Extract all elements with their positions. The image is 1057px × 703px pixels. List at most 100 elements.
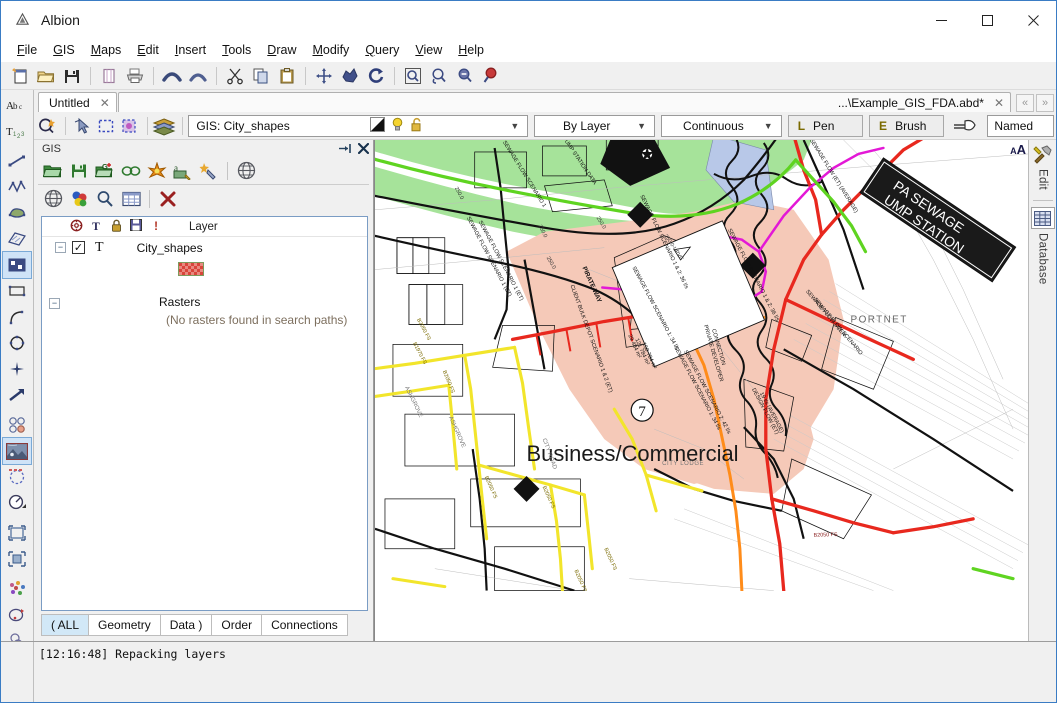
layer-tree-row-rasters[interactable]: − Rasters bbox=[42, 279, 367, 309]
menu-query[interactable]: Query bbox=[357, 40, 407, 60]
lock-column-icon[interactable] bbox=[106, 219, 126, 235]
text-abc-icon[interactable]: Abc bbox=[3, 92, 31, 118]
map-drawing[interactable]: 7 Business/Commercial PORTNET CITY LODGE… bbox=[375, 140, 1028, 591]
maximize-button[interactable] bbox=[964, 1, 1010, 39]
add-gis-layer-icon[interactable]: G bbox=[92, 159, 118, 183]
redo-icon[interactable] bbox=[185, 64, 210, 88]
pin-icon[interactable] bbox=[339, 143, 352, 154]
union-shapes-icon[interactable] bbox=[3, 628, 31, 641]
new-file-icon[interactable] bbox=[7, 64, 32, 88]
tab-prev-button[interactable]: « bbox=[1016, 94, 1034, 112]
tab-all[interactable]: ( ALL bbox=[41, 614, 90, 636]
minimize-button[interactable] bbox=[918, 1, 964, 39]
chevron-down-icon[interactable]: ▼ bbox=[637, 121, 646, 131]
undo-icon[interactable] bbox=[159, 64, 184, 88]
tab-connections[interactable]: Connections bbox=[261, 614, 348, 636]
text-label-icon[interactable]: T bbox=[86, 221, 106, 233]
scatter-points-icon[interactable] bbox=[3, 576, 31, 602]
polyline-icon[interactable] bbox=[3, 174, 31, 200]
delete-red-x-icon[interactable] bbox=[155, 187, 181, 211]
chevron-down-icon[interactable]: ▼ bbox=[510, 121, 519, 131]
zoom-out-icon[interactable] bbox=[452, 64, 477, 88]
save-column-icon[interactable] bbox=[126, 219, 146, 234]
tab-order[interactable]: Order bbox=[211, 614, 263, 636]
rotate-icon[interactable] bbox=[3, 602, 31, 628]
database-grid-icon[interactable] bbox=[1030, 207, 1055, 230]
layer-tree-row-symbol[interactable] bbox=[42, 258, 367, 279]
paste-clipboard-icon[interactable] bbox=[274, 64, 299, 88]
marquee-select-icon[interactable] bbox=[94, 114, 117, 138]
map-viewport[interactable]: 7 Business/Commercial PORTNET CITY LODGE… bbox=[374, 140, 1028, 641]
hammer-wrench-icon[interactable] bbox=[1031, 143, 1055, 165]
menu-modify[interactable]: Modify bbox=[304, 40, 357, 60]
line-icon[interactable] bbox=[3, 148, 31, 174]
measure-dial-icon[interactable] bbox=[3, 490, 31, 516]
menu-maps[interactable]: Maps bbox=[83, 40, 130, 60]
zoom-previous-icon[interactable] bbox=[426, 64, 451, 88]
tab-geometry[interactable]: Geometry bbox=[88, 614, 161, 636]
link-gis-icon[interactable] bbox=[118, 159, 144, 183]
hand-pointer-icon[interactable] bbox=[952, 114, 981, 138]
layer-select-icon[interactable] bbox=[36, 114, 59, 138]
circles-group-icon[interactable] bbox=[3, 412, 31, 438]
dock-item-database[interactable]: Database bbox=[1030, 207, 1055, 285]
named-style-button[interactable]: Named bbox=[987, 114, 1054, 137]
rect-selection-icon[interactable] bbox=[2, 251, 32, 279]
layer-tree-row-city-shapes[interactable]: − ✓ T City_shapes bbox=[42, 237, 367, 258]
rectangle-icon[interactable] bbox=[3, 278, 31, 304]
save-disk-icon[interactable] bbox=[59, 64, 84, 88]
pick-arrow-icon[interactable] bbox=[71, 114, 94, 138]
alert-column-icon[interactable]: ! bbox=[146, 221, 166, 233]
zoom-extents-icon[interactable] bbox=[337, 64, 362, 88]
polygon-filled-icon[interactable] bbox=[3, 200, 31, 226]
chevron-down-icon[interactable]: ▼ bbox=[764, 121, 773, 131]
padlock-unlocked-icon[interactable] bbox=[410, 117, 423, 135]
close-icon[interactable]: ✕ bbox=[994, 96, 1004, 110]
color-swatch-icon[interactable] bbox=[369, 116, 385, 135]
dock-item-edit[interactable]: Edit bbox=[1031, 143, 1055, 190]
pan-move-icon[interactable] bbox=[311, 64, 336, 88]
menu-gis[interactable]: GIS bbox=[45, 40, 83, 60]
lightbulb-visible-icon[interactable] bbox=[391, 117, 404, 135]
layer-tree[interactable]: T ! Layer − ✓ T City_shapes − Rasters (N… bbox=[41, 216, 368, 611]
text-numbered-icon[interactable]: T123 bbox=[3, 118, 31, 144]
tab-data[interactable]: Data ) bbox=[159, 614, 213, 636]
cut-scissors-icon[interactable] bbox=[222, 64, 247, 88]
save-gis-icon[interactable] bbox=[66, 159, 92, 183]
point-marker-icon[interactable] bbox=[3, 356, 31, 382]
menu-file[interactable]: File bbox=[9, 40, 45, 60]
tab-next-button[interactable]: » bbox=[1036, 94, 1054, 112]
page-setup-icon[interactable] bbox=[96, 64, 121, 88]
raster-image-icon[interactable] bbox=[2, 437, 32, 465]
circle-icon[interactable] bbox=[3, 330, 31, 356]
zoom-in-icon[interactable] bbox=[478, 64, 503, 88]
scale-transform-icon[interactable] bbox=[3, 520, 31, 546]
refresh-icon[interactable] bbox=[363, 64, 388, 88]
pen-button[interactable]: L Pen bbox=[787, 114, 864, 137]
layer-visible-checkbox[interactable]: ✓ bbox=[72, 241, 85, 254]
globe-icon[interactable] bbox=[40, 187, 66, 211]
layers-stack-icon[interactable] bbox=[152, 114, 176, 138]
parallelogram-icon[interactable] bbox=[3, 226, 31, 252]
attribute-table-icon[interactable] bbox=[118, 187, 144, 211]
menu-insert[interactable]: Insert bbox=[167, 40, 214, 60]
close-icon[interactable]: ✕ bbox=[100, 96, 110, 110]
linetype-combo[interactable]: Continuous ▼ bbox=[661, 114, 782, 137]
open-folder-icon[interactable] bbox=[33, 64, 58, 88]
text-size-aa-icon[interactable]: AA bbox=[1010, 142, 1026, 157]
fence-select-icon[interactable] bbox=[118, 114, 141, 138]
close-button[interactable] bbox=[1010, 1, 1056, 39]
expander-icon[interactable]: − bbox=[55, 242, 66, 253]
print-icon[interactable] bbox=[122, 64, 147, 88]
annotate-layer-icon[interactable]: a bbox=[170, 159, 196, 183]
city-shapes-symbol[interactable] bbox=[178, 261, 204, 276]
menu-view[interactable]: View bbox=[407, 40, 450, 60]
active-layer-combo[interactable]: GIS: City_shapes ▼ bbox=[188, 114, 529, 137]
search-magnifier-icon[interactable] bbox=[92, 187, 118, 211]
open-gis-folder-icon[interactable] bbox=[40, 159, 66, 183]
expander-icon[interactable]: − bbox=[49, 298, 60, 309]
brush-button[interactable]: E Brush bbox=[869, 114, 945, 137]
arc-icon[interactable] bbox=[3, 304, 31, 330]
menu-help[interactable]: Help bbox=[450, 40, 492, 60]
globe-projection-icon[interactable] bbox=[233, 159, 259, 183]
